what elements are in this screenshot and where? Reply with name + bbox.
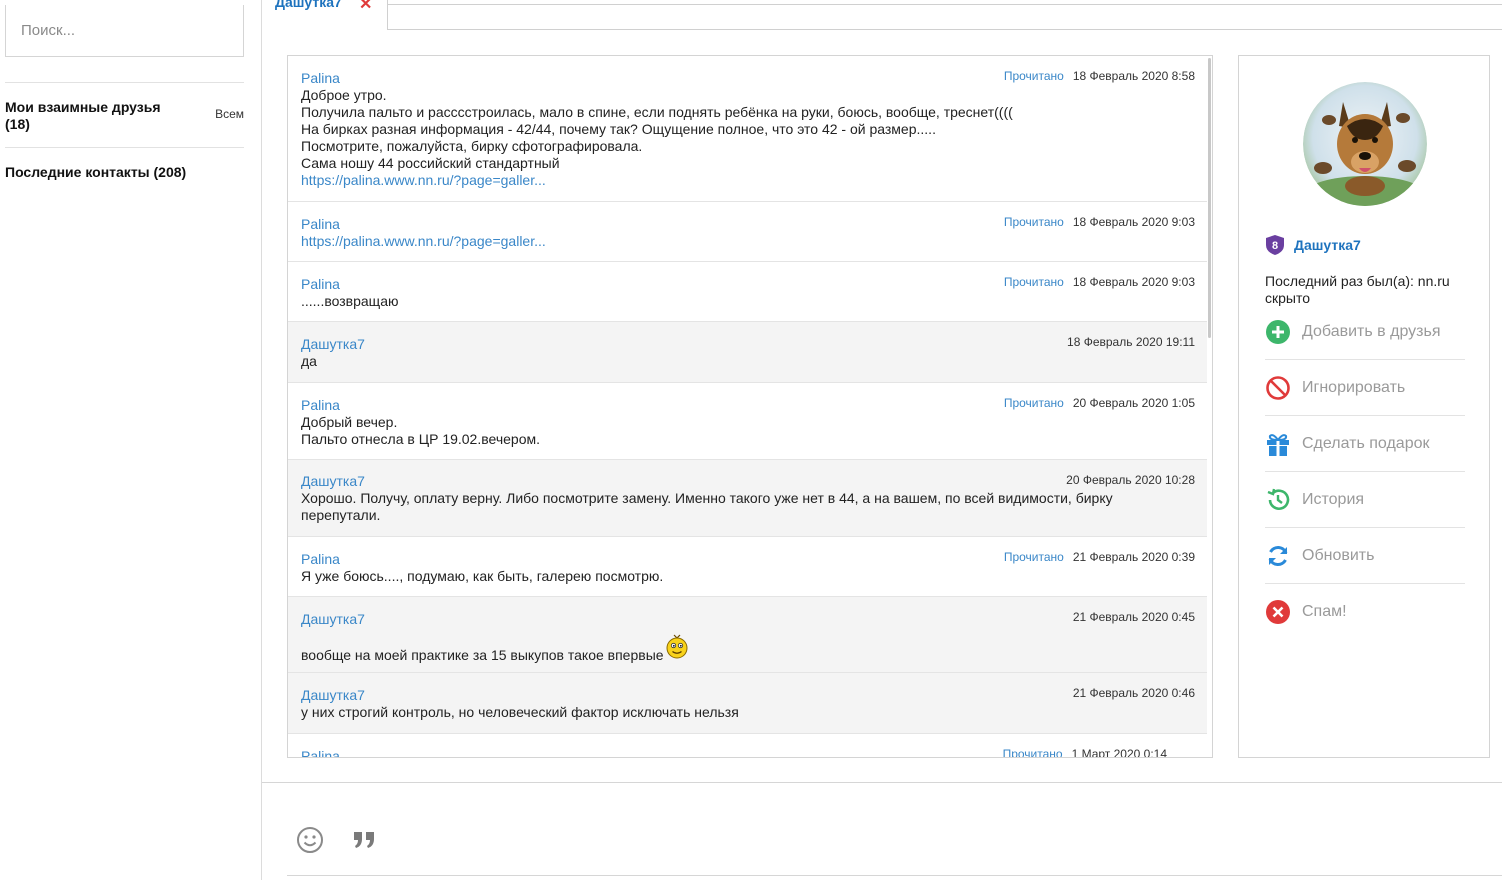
mutual-friends-section[interactable]: Мои взаимные друзья (18) Всем xyxy=(5,99,244,133)
message-meta: Прочитано 1 Март 2020 0:14 xyxy=(1002,747,1167,758)
message-item: Palina Прочитано 18 Февраль 2020 8:58 Доб… xyxy=(288,56,1207,202)
search-input[interactable] xyxy=(6,5,243,56)
block-icon xyxy=(1265,375,1291,401)
spam-button[interactable]: Спам! xyxy=(1265,584,1465,640)
message-link[interactable]: https://palina.www.nn.ru/?page=galler... xyxy=(301,233,1194,250)
message-meta: Прочитано 18 Февраль 2020 8:58 xyxy=(1004,69,1195,83)
compose-input-border xyxy=(287,875,1502,876)
smiley-emoticon-icon xyxy=(665,632,689,663)
message-meta: 18 Февраль 2020 19:11 xyxy=(1067,335,1195,349)
read-status: Прочитано xyxy=(1003,550,1064,564)
message-list[interactable]: Palina Прочитано 18 Февраль 2020 8:58 Доб… xyxy=(287,55,1213,758)
message-meta: Прочитано 18 Февраль 2020 9:03 xyxy=(1004,215,1195,229)
message-meta: Прочитано 21 Февраль 2020 0:39 xyxy=(1004,550,1195,564)
message-date: 21 Февраль 2020 0:39 xyxy=(1072,550,1195,564)
profile-actions: Добавить в друзья Игнорировать Сделать п… xyxy=(1265,304,1465,640)
refresh-label: Обновить xyxy=(1302,546,1375,564)
spam-label: Спам! xyxy=(1302,603,1347,620)
history-label: История xyxy=(1302,490,1365,508)
message-item: Palina Прочитано 18 Февраль 2020 9:03 htt… xyxy=(288,202,1207,262)
message-item-own: Дашутка7 21 Февраль 2020 0:46 у них стро… xyxy=(288,673,1207,734)
message-text: вообще на моей практике за 15 выкупов та… xyxy=(301,647,664,663)
message-meta: 21 Февраль 2020 0:46 xyxy=(1073,686,1195,700)
history-button[interactable]: История xyxy=(1265,472,1465,528)
message-date: 20 Февраль 2020 1:05 xyxy=(1072,396,1195,410)
profile-name-row: 8 Дашутка7 xyxy=(1265,234,1361,256)
close-icon[interactable]: ✕ xyxy=(359,0,372,14)
message-text: ......возвращаю xyxy=(301,293,399,309)
message-text: Я уже боюсь...., подумаю, как быть, гале… xyxy=(301,568,664,584)
message-item: Palina Прочитано 20 Февраль 2020 1:05 Доб… xyxy=(288,383,1207,460)
smiley-icon[interactable] xyxy=(296,826,324,857)
refresh-icon xyxy=(1265,543,1291,569)
message-text: Добрый вечер. Пальто отнесла в ЦР 19.02.… xyxy=(301,414,541,447)
message-meta: Прочитано 18 Февраль 2020 9:03 xyxy=(1004,275,1195,289)
message-date: 20 Февраль 2020 10:28 xyxy=(1066,473,1195,487)
message-date: 18 Февраль 2020 8:58 xyxy=(1072,69,1195,83)
refresh-button[interactable]: Обновить xyxy=(1265,528,1465,584)
message-text: да xyxy=(301,353,317,369)
compose-divider xyxy=(262,782,1502,783)
read-status: Прочитано xyxy=(1003,396,1064,410)
message-date: 21 Февраль 2020 0:45 xyxy=(1072,610,1195,624)
message-text: у них строгий контроль, но человеческий … xyxy=(301,704,739,720)
add-friend-button[interactable]: Добавить в друзья xyxy=(1265,304,1465,360)
send-gift-button[interactable]: Сделать подарок xyxy=(1265,416,1465,472)
message-body: вообще на моей практике за 15 выкупов та… xyxy=(301,632,1194,664)
profile-card: 8 Дашутка7 Последний раз был(а): nn.ru с… xyxy=(1238,55,1490,758)
plus-circle-icon xyxy=(1265,319,1291,345)
tabbar-border xyxy=(388,29,1502,30)
message-item: Palina Прочитано 21 Февраль 2020 0:39 Я у… xyxy=(288,537,1207,597)
quote-icon[interactable] xyxy=(351,828,379,855)
message-author[interactable]: Дашутка7 xyxy=(301,336,1194,353)
sidebar-divider xyxy=(5,82,244,83)
message-meta: 21 Февраль 2020 0:45 xyxy=(1073,610,1195,624)
last-seen: Последний раз был(а): nn.ru скрыто xyxy=(1265,273,1450,306)
search-box xyxy=(5,5,244,57)
message-date: 1 Март 2020 0:14 xyxy=(1071,747,1167,758)
message-list-scrollbar[interactable] xyxy=(1208,58,1211,338)
tabbar-border xyxy=(262,4,1502,5)
message-meta: 20 Февраль 2020 10:28 xyxy=(1066,473,1195,487)
message-item-own: Дашутка7 18 Февраль 2020 19:11 да xyxy=(288,322,1207,383)
ignore-label: Игнорировать xyxy=(1302,378,1406,396)
level-badge-value: 8 xyxy=(1272,240,1278,252)
read-status: Прочитано xyxy=(1002,747,1063,758)
message-author[interactable]: Дашутка7 xyxy=(301,687,1194,704)
tab-dialog-label[interactable]: Дашутка7 xyxy=(275,0,342,10)
message-text: Хорошо. Получу, оплату верну. Либо посмо… xyxy=(301,490,1113,523)
close-circle-icon xyxy=(1265,599,1291,625)
send-gift-label: Сделать подарок xyxy=(1302,434,1430,452)
avatar[interactable] xyxy=(1303,82,1427,206)
recent-contacts-title[interactable]: Последние контакты (208) xyxy=(5,164,186,180)
read-status: Прочитано xyxy=(1003,69,1064,83)
message-item: Palina Прочитано 1 Март 2020 0:14 xyxy=(288,734,1207,758)
message-meta: Прочитано 20 Февраль 2020 1:05 xyxy=(1004,396,1195,410)
message-date: 18 Февраль 2020 9:03 xyxy=(1072,275,1195,289)
sidebar-divider xyxy=(5,147,244,148)
history-icon xyxy=(1265,487,1291,513)
message-date: 21 Февраль 2020 0:46 xyxy=(1072,686,1195,700)
tab-dialog[interactable]: Дашутка7 ✕ xyxy=(262,0,388,30)
add-friend-label: Добавить в друзья xyxy=(1302,322,1441,340)
read-status: Прочитано xyxy=(1003,275,1064,289)
message-date: 18 Февраль 2020 19:11 xyxy=(1067,335,1195,349)
ignore-button[interactable]: Игнорировать xyxy=(1265,360,1465,416)
message-author[interactable]: Дашутка7 xyxy=(301,473,1194,490)
message-item-own: Дашутка7 20 Февраль 2020 10:28 Хорошо. П… xyxy=(288,460,1207,537)
message-item: Palina Прочитано 18 Февраль 2020 9:03 ...… xyxy=(288,262,1207,322)
mutual-friends-all-link[interactable]: Всем xyxy=(215,107,244,121)
profile-name[interactable]: Дашутка7 xyxy=(1294,237,1361,253)
level-badge-icon: 8 xyxy=(1266,235,1284,255)
message-author[interactable]: Дашутка7 xyxy=(301,611,1194,628)
gift-icon xyxy=(1265,431,1291,457)
message-date: 18 Февраль 2020 9:03 xyxy=(1072,215,1195,229)
message-text: Доброе утро. Получила пальто и рассcстро… xyxy=(301,87,1013,171)
mutual-friends-title[interactable]: Мои взаимные друзья (18) xyxy=(5,99,185,133)
contacts-sidebar: Мои взаимные друзья (18) Всем Последние … xyxy=(0,0,262,880)
message-item-own: Дашутка7 21 Февраль 2020 0:45 вообще на … xyxy=(288,597,1207,673)
read-status: Прочитано xyxy=(1003,215,1064,229)
message-link[interactable]: https://palina.www.nn.ru/?page=galler... xyxy=(301,172,1194,189)
